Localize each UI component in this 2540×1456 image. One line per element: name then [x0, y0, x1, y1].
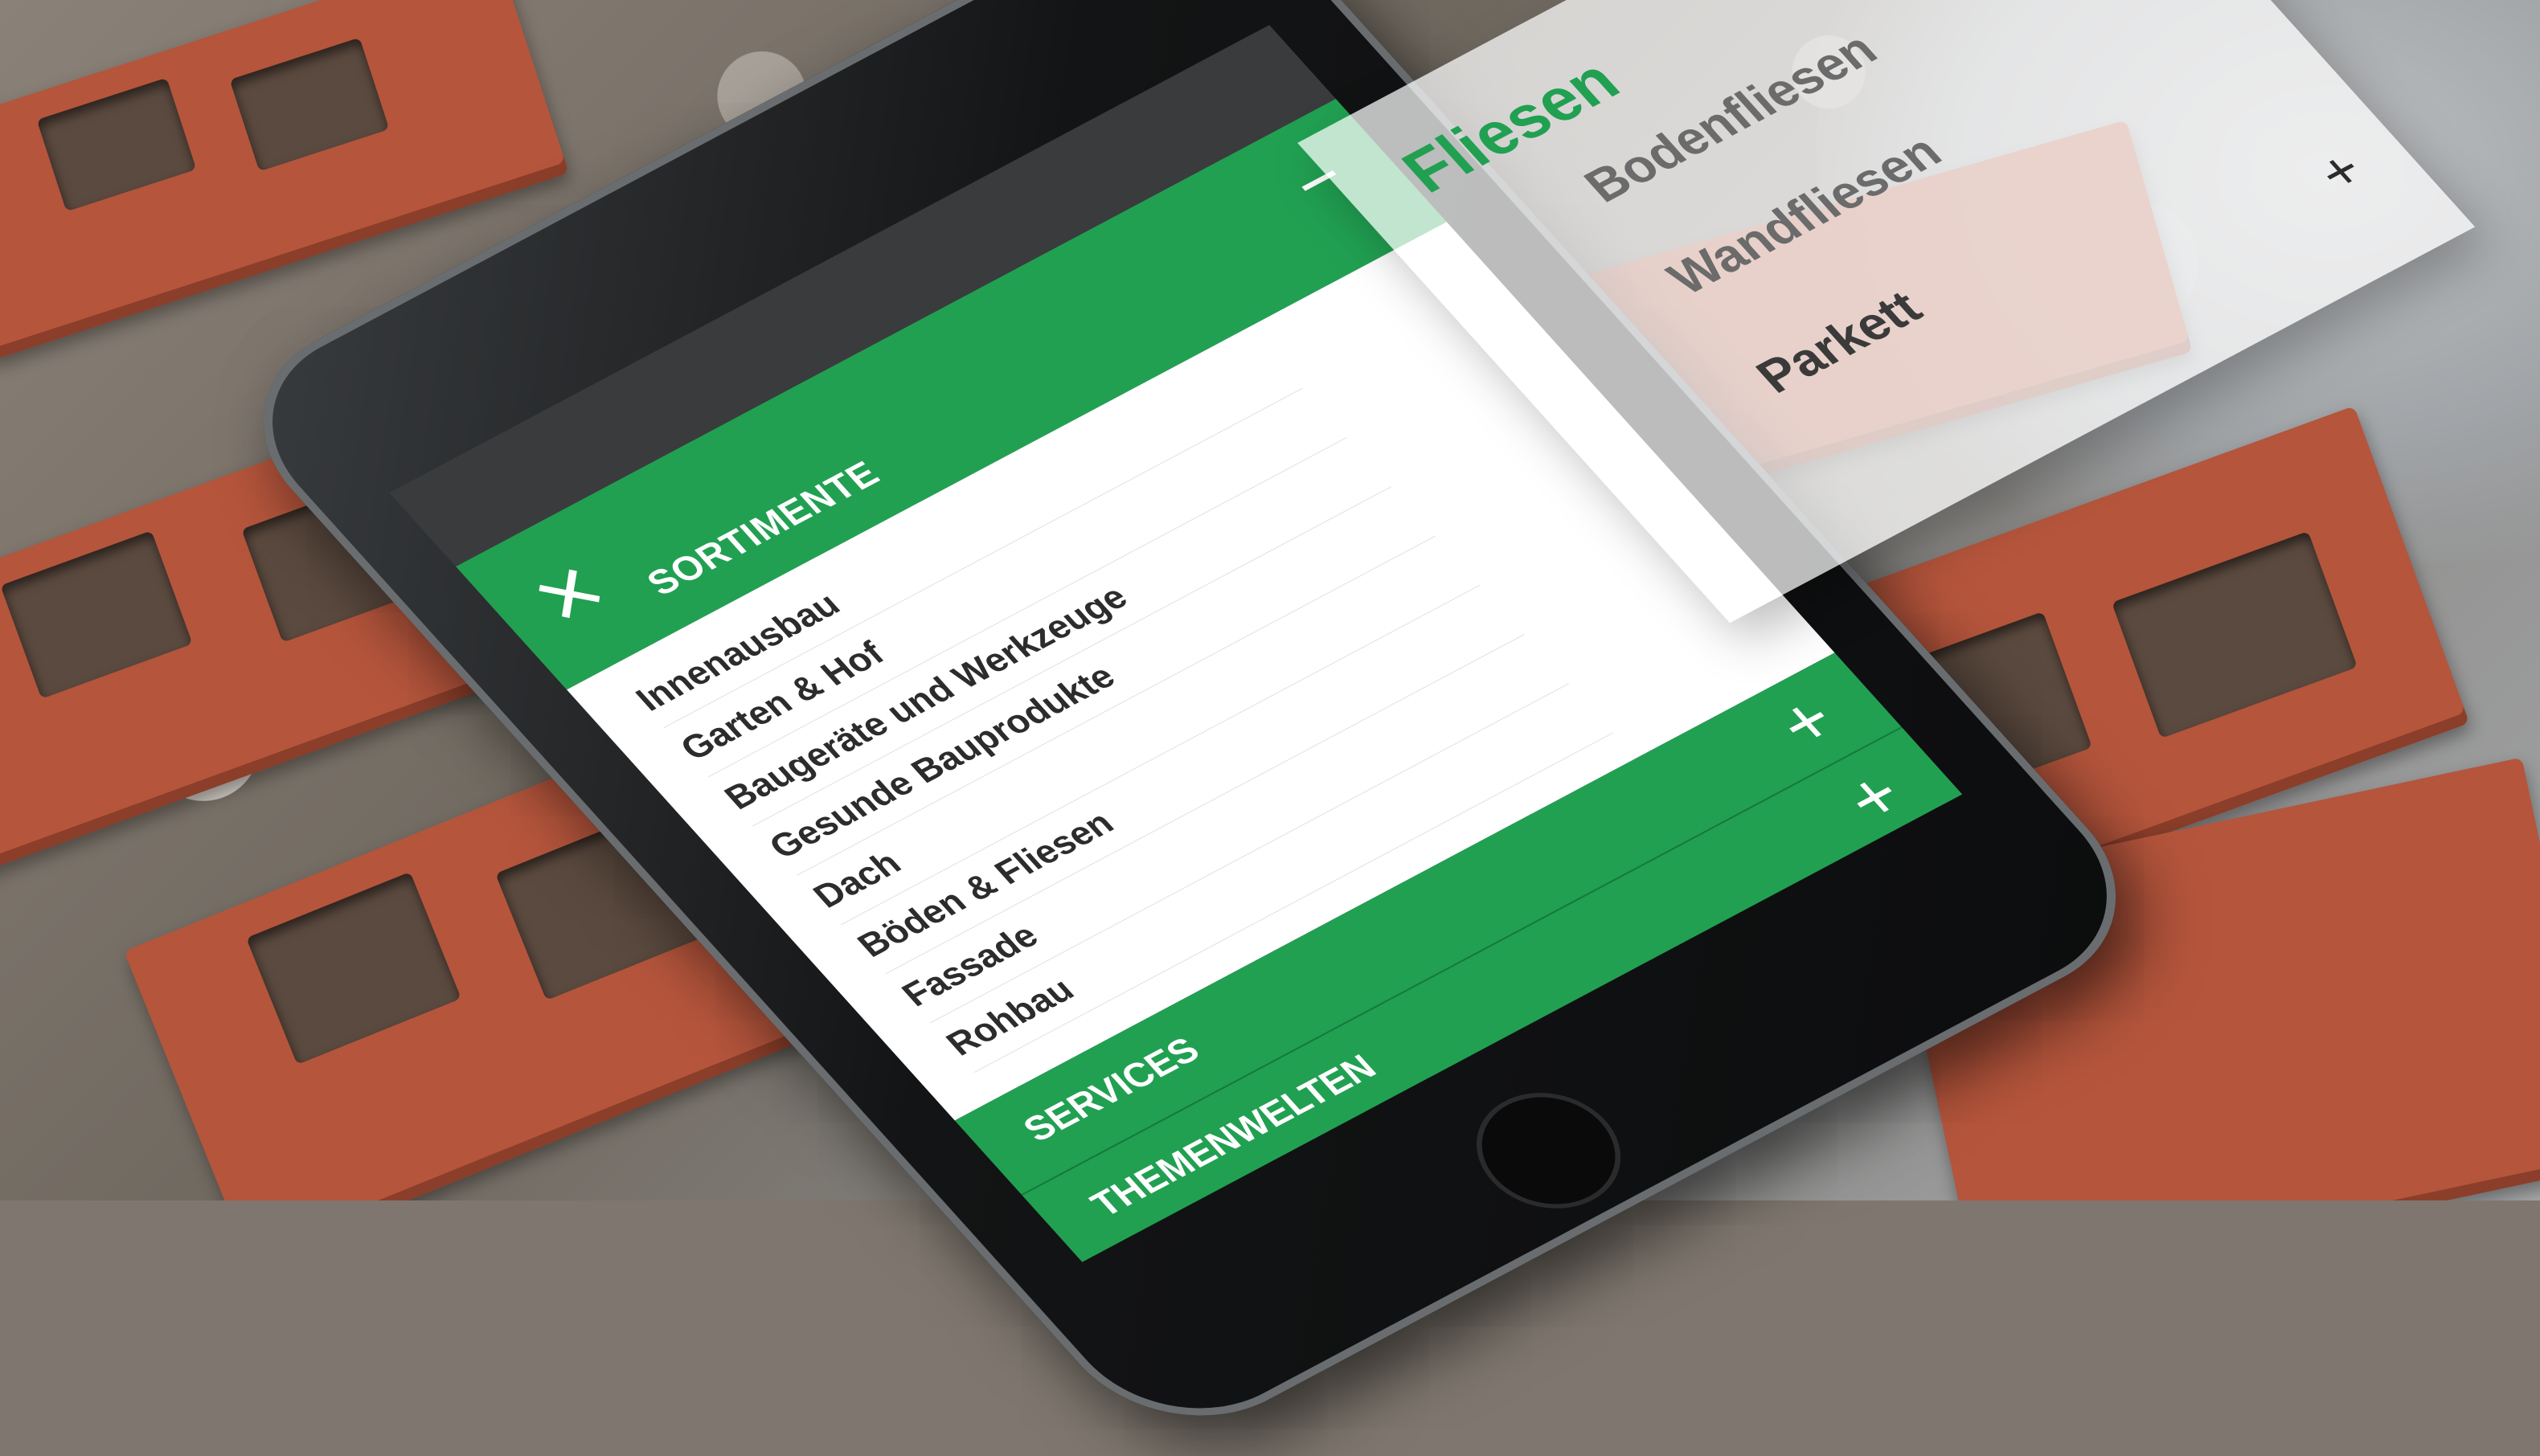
expand-services-icon[interactable]: +	[1760, 681, 1853, 763]
close-icon[interactable]: ×	[499, 538, 638, 648]
expand-icon[interactable]: +	[2304, 139, 2377, 203]
submenu-item-parkett[interactable]: Parkett	[1745, 280, 1934, 403]
